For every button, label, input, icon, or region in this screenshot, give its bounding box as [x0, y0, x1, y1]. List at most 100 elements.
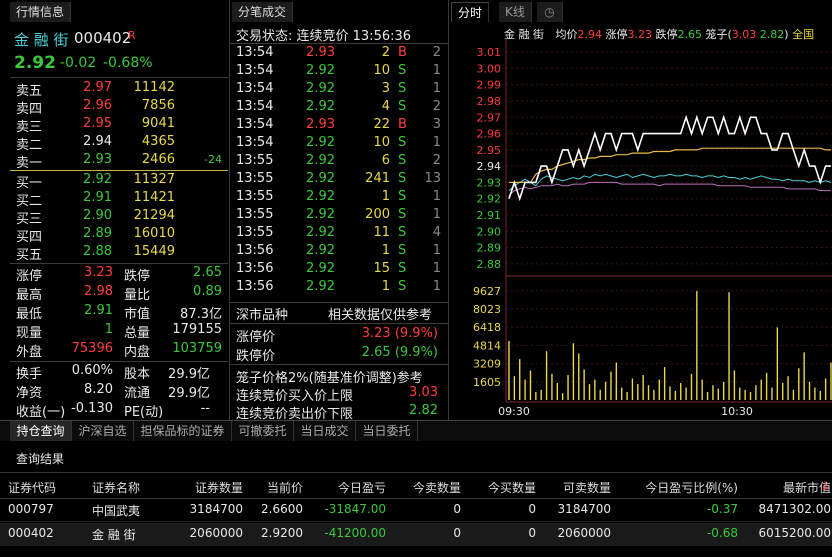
table-cell: 6015200.00	[758, 526, 831, 540]
bottom-tab[interactable]: 担保品标的证券	[134, 421, 232, 441]
table-header-cell[interactable]: 最新市值	[740, 479, 831, 496]
bid-volume: 15449	[133, 244, 175, 259]
tick-volume: 10	[373, 63, 390, 78]
bid-volume: 11327	[133, 172, 175, 187]
price-tick-label: 2.90	[477, 225, 502, 238]
bottom-tab[interactable]: 当日委托	[356, 421, 418, 441]
ask-volume: 4365	[141, 134, 175, 149]
cage-title: 笼子价格2%(随基准价调整)参考	[236, 371, 423, 386]
tick-count: 4	[432, 225, 441, 240]
table-header-cell[interactable]: 可卖数量	[537, 479, 611, 496]
tick-direction: S	[398, 243, 407, 258]
price-tick-label: 2.91	[477, 209, 502, 222]
divider	[230, 323, 448, 324]
tick-time: 13:55	[236, 153, 274, 168]
ask-price: 2.96	[83, 98, 112, 113]
bid-label: 买二	[16, 194, 43, 209]
ask-price: 2.93	[83, 152, 112, 167]
tick-time: 13:54	[236, 63, 274, 78]
tick-time: 13:55	[236, 225, 274, 240]
bottom-tab[interactable]: 可撤委托	[232, 421, 294, 441]
ask-label: 卖三	[16, 120, 43, 135]
tick-count: 1	[432, 63, 441, 78]
bid-price: 2.91	[83, 190, 112, 205]
stat-label: 净资	[16, 386, 43, 401]
ask-volume: 11142	[133, 80, 175, 95]
stat-value: 3.23	[84, 265, 113, 280]
tick-price: 2.93	[306, 117, 335, 132]
sort-desc-icon[interactable]: ↓	[820, 479, 830, 493]
tick-price: 2.92	[306, 279, 335, 294]
ask-label: 卖二	[16, 138, 43, 153]
divider	[10, 170, 228, 171]
tick-volume: 10	[373, 135, 390, 150]
table-header-cell[interactable]: 今卖数量	[385, 479, 461, 496]
volume-tick-label: 4814	[473, 339, 501, 352]
table-header-cell[interactable]: 今日盈亏	[305, 479, 386, 496]
stat-value: 2.91	[84, 303, 113, 318]
stat-label: 涨停	[16, 269, 43, 284]
tick-direction: S	[398, 81, 407, 96]
tick-time: 13:54	[236, 81, 274, 96]
table-cell: 2060000	[189, 526, 243, 540]
bottom-tab[interactable]: 持仓查询	[10, 421, 72, 441]
tick-time: 13:55	[236, 189, 274, 204]
bottom-tab[interactable]: 沪深自选	[72, 421, 134, 441]
tab-ticks[interactable]: 分笔成交	[232, 2, 294, 22]
bottom-tab[interactable]: 当日成交	[294, 421, 356, 441]
ask-price: 2.95	[83, 116, 112, 131]
limit-up-label: 涨停价	[236, 330, 276, 345]
tick-direction: S	[398, 153, 407, 168]
bid-volume: 11421	[133, 190, 175, 205]
tick-direction: S	[398, 279, 407, 294]
table-header-cell[interactable]: 当前价	[245, 479, 303, 496]
tick-price: 2.93	[306, 45, 335, 60]
tick-count: 2	[432, 153, 441, 168]
table-row[interactable]: 000402 金 融 街 2060000 2.9200 -41200.00 0 0 20600…	[0, 523, 832, 546]
tick-volume: 1	[381, 279, 390, 294]
stock-name: 金 融 街	[14, 31, 69, 49]
ask-label: 卖四	[16, 102, 43, 117]
tick-volume: 200	[365, 207, 390, 222]
price-tick-label: 3.00	[477, 62, 502, 75]
result-label: 查询结果	[16, 452, 65, 466]
tick-direction: B	[398, 45, 407, 60]
ask-volume: 9041	[141, 116, 175, 131]
tick-count: 1	[432, 279, 441, 294]
tick-price: 2.92	[306, 171, 335, 186]
table-header-cell[interactable]: 今日盈亏比例(%)	[612, 479, 738, 496]
stat-value: 8.20	[84, 382, 113, 397]
table-cell: -31847.00	[324, 502, 386, 516]
table-cell: 中国武夷	[92, 504, 141, 518]
cage-buy-label: 连续竞价买入价上限	[236, 389, 354, 404]
limit-up-value: 3.23 (9.9%)	[361, 326, 438, 341]
stat-label: 总量	[124, 326, 151, 341]
table-header-cell[interactable]: 证券代码	[8, 479, 80, 496]
tick-price: 2.92	[306, 81, 335, 96]
table-header-cell[interactable]: 证券名称	[92, 479, 164, 496]
stat-value: 0.60%	[71, 363, 113, 378]
table-row[interactable]: 000797 中国武夷 3184700 2.6600 -31847.00 0 0 318470…	[0, 499, 832, 522]
table-header: 证券代码 证券名称 证券数量 当前价 今日盈亏 今卖数量 今买数量 可卖数量 今日盈亏比例(%)…	[0, 472, 832, 499]
market-label: 深市品种	[236, 308, 289, 323]
stat-value: 75396	[71, 341, 113, 356]
tick-price: 2.92	[306, 225, 335, 240]
tick-time: 13:56	[236, 279, 274, 294]
tick-count: 1	[432, 243, 441, 258]
table-header-cell[interactable]: 证券数量	[165, 479, 243, 496]
tick-direction: S	[398, 261, 407, 276]
tab-quote-info[interactable]: 行情信息	[10, 2, 72, 22]
tick-volume: 4	[381, 99, 390, 114]
bid-label: 买四	[16, 230, 43, 245]
table-cell: 0	[528, 502, 536, 516]
volume-tick-label: 1605	[473, 376, 501, 389]
price-tick-label: 2.97	[477, 111, 502, 124]
table-header-cell[interactable]: 今买数量	[462, 479, 536, 496]
table-cell: 8471302.00	[758, 502, 831, 516]
table-cell: -41200.00	[324, 526, 386, 540]
tick-price: 2.92	[306, 189, 335, 204]
quote-panel: 行情信息 金 融 街 000402 R 2.92 -0.02 -0.68% 卖五…	[0, 0, 229, 420]
positions-table: 证券代码 证券名称 证券数量 当前价 今日盈亏 今卖数量 今买数量 可卖数量 今日盈亏比例(%)…	[0, 472, 832, 557]
stat-value: -0.130	[71, 401, 113, 416]
tick-volume: 2	[381, 45, 390, 60]
